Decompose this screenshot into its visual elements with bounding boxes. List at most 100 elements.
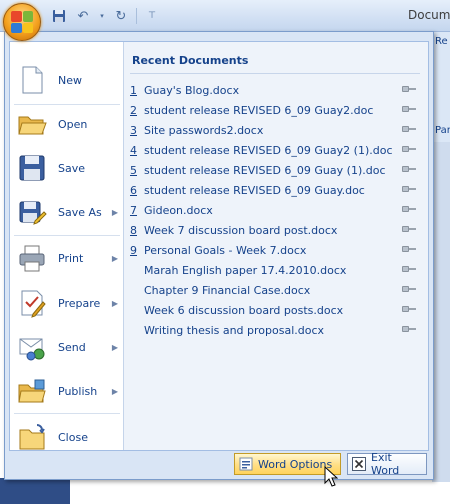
office-menu: New Open Save Save As ▶ Print ▶ Prepare …	[4, 31, 434, 480]
undo-dropdown-icon[interactable]: ▾	[98, 7, 106, 25]
menu-item-label: Publish	[58, 384, 98, 398]
pin-icon[interactable]	[402, 284, 416, 294]
redo-icon[interactable]: ↻	[112, 7, 130, 25]
recent-document-name: Week 6 discussion board posts.docx	[144, 303, 344, 317]
floppy-disk-icon	[17, 153, 47, 183]
recent-document-item[interactable]: 5 student release REVISED 6_09 Guay (1).d…	[130, 160, 422, 180]
submenu-arrow-icon: ▶	[111, 386, 118, 396]
save-as-icon	[17, 197, 47, 227]
ribbon-tab-fragment[interactable]: Re	[435, 36, 448, 47]
pin-icon[interactable]	[402, 124, 416, 134]
pin-icon[interactable]	[402, 84, 416, 94]
toolbar-separator	[136, 8, 137, 24]
recent-document-item[interactable]: Chapter 9 Financial Case.docx	[130, 280, 422, 300]
quick-access-toolbar: ↶ ▾ ↻ ⊤	[50, 7, 161, 25]
publish-icon	[17, 376, 47, 406]
submenu-arrow-icon: ▶	[111, 253, 118, 263]
recent-documents-rule	[130, 73, 420, 74]
submenu-arrow-icon: ▶	[111, 342, 118, 352]
prepare-icon	[17, 288, 47, 318]
menu-divider	[14, 413, 120, 414]
recent-document-number: 7	[130, 203, 137, 217]
pin-icon[interactable]	[402, 184, 416, 194]
pin-icon[interactable]	[402, 244, 416, 254]
menu-item-open[interactable]: Open	[10, 102, 124, 146]
menu-item-label: Save	[58, 161, 86, 175]
recent-document-item[interactable]: 6 student release REVISED 6_09 Guay.doc	[130, 180, 422, 200]
pin-icon[interactable]	[402, 204, 416, 214]
printer-icon	[17, 243, 47, 273]
pin-icon[interactable]	[402, 224, 416, 234]
recent-document-item[interactable]: 1 Guay's Blog.docx	[130, 80, 422, 100]
recent-document-name: Guay's Blog.docx	[144, 83, 240, 97]
menu-item-publish[interactable]: Publish ▶	[10, 369, 124, 413]
recent-document-number: 2	[130, 103, 137, 117]
recent-document-name: Gideon.docx	[144, 203, 213, 217]
close-folder-icon	[17, 422, 47, 452]
pin-icon[interactable]	[402, 304, 416, 314]
exit-word-button[interactable]: Exit Word	[347, 451, 427, 477]
pin-icon[interactable]	[402, 164, 416, 174]
recent-document-name: Personal Goals - Week 7.docx	[144, 243, 307, 257]
recent-document-item[interactable]: Writing thesis and proposal.docx	[130, 320, 422, 340]
submenu-arrow-icon: ▶	[111, 298, 118, 308]
menu-item-new[interactable]: New	[10, 58, 124, 102]
menu-item-label: New	[58, 73, 82, 87]
recent-document-item[interactable]: Week 6 discussion board posts.docx	[130, 300, 422, 320]
open-folder-icon	[17, 109, 47, 139]
new-document-icon	[17, 65, 47, 95]
recent-document-item[interactable]: 9 Personal Goals - Week 7.docx	[130, 240, 422, 260]
recent-document-name: student release REVISED 6_09 Guay2 (1).d…	[144, 143, 393, 157]
ribbon-edge: Re Par	[432, 32, 450, 142]
menu-item-label: Close	[58, 430, 88, 444]
recent-document-item[interactable]: 7 Gideon.docx	[130, 200, 422, 220]
exit-icon	[352, 457, 366, 471]
submenu-arrow-icon: ▶	[111, 207, 118, 217]
office-menu-body: New Open Save Save As ▶ Print ▶ Prepare …	[9, 41, 429, 451]
word-options-label: Word Options	[258, 457, 333, 471]
menu-item-print[interactable]: Print ▶	[10, 236, 124, 280]
recent-document-name: Week 7 discussion board post.docx	[144, 223, 338, 237]
menu-item-label: Print	[58, 251, 84, 265]
send-icon	[17, 332, 47, 362]
recent-document-number: 8	[130, 223, 137, 237]
taskbar-fragment	[0, 478, 70, 504]
pin-icon[interactable]	[402, 104, 416, 114]
recent-documents-list: 1 Guay's Blog.docx 2 student release REVISE…	[130, 80, 422, 340]
pin-icon[interactable]	[402, 264, 416, 274]
recent-document-name: Chapter 9 Financial Case.docx	[144, 283, 311, 297]
recent-document-number: 5	[130, 163, 137, 177]
office-button[interactable]	[3, 3, 41, 41]
menu-item-label: Send	[58, 340, 86, 354]
recent-document-item[interactable]: 4 student release REVISED 6_09 Guay2 (1).…	[130, 140, 422, 160]
recent-document-item[interactable]: 2 student release REVISED 6_09 Guay2.doc	[130, 100, 422, 120]
recent-document-item[interactable]: Marah English paper 17.4.2010.docx	[130, 260, 422, 280]
menu-item-save-as[interactable]: Save As ▶	[10, 190, 124, 234]
recent-document-name: student release REVISED 6_09 Guay2.doc	[144, 103, 374, 117]
recent-document-number: 9	[130, 243, 137, 257]
exit-word-label: Exit Word	[371, 451, 400, 477]
menu-item-save[interactable]: Save	[10, 146, 124, 190]
recent-document-name: Writing thesis and proposal.docx	[144, 323, 325, 337]
menu-item-prepare[interactable]: Prepare ▶	[10, 281, 124, 325]
recent-document-number: 3	[130, 123, 137, 137]
pin-icon[interactable]	[402, 324, 416, 334]
recent-document-name: student release REVISED 6_09 Guay.doc	[144, 183, 365, 197]
recent-document-item[interactable]: 3 Site passwords2.docx	[130, 120, 422, 140]
recent-document-number: 1	[130, 83, 137, 97]
customize-toolbar-icon[interactable]: ⊤	[143, 7, 161, 25]
recent-document-name: student release REVISED 6_09 Guay (1).do…	[144, 163, 386, 177]
word-options-icon	[239, 457, 253, 471]
pin-icon[interactable]	[402, 144, 416, 154]
mouse-cursor-icon	[324, 466, 338, 487]
recent-document-item[interactable]: 8 Week 7 discussion board post.docx	[130, 220, 422, 240]
window-title: Docum	[408, 8, 450, 22]
title-bar: ↶ ▾ ↻ ⊤ Docum	[0, 0, 450, 32]
undo-icon[interactable]: ↶	[74, 7, 92, 25]
menu-item-label: Prepare	[58, 296, 101, 310]
recent-documents-title: Recent Documents	[132, 54, 249, 67]
menu-item-send[interactable]: Send ▶	[10, 325, 124, 369]
save-icon[interactable]	[50, 7, 68, 25]
recent-document-name: Site passwords2.docx	[144, 123, 264, 137]
recent-documents-panel: Recent Documents 1 Guay's Blog.docx 2 stude…	[124, 42, 428, 450]
